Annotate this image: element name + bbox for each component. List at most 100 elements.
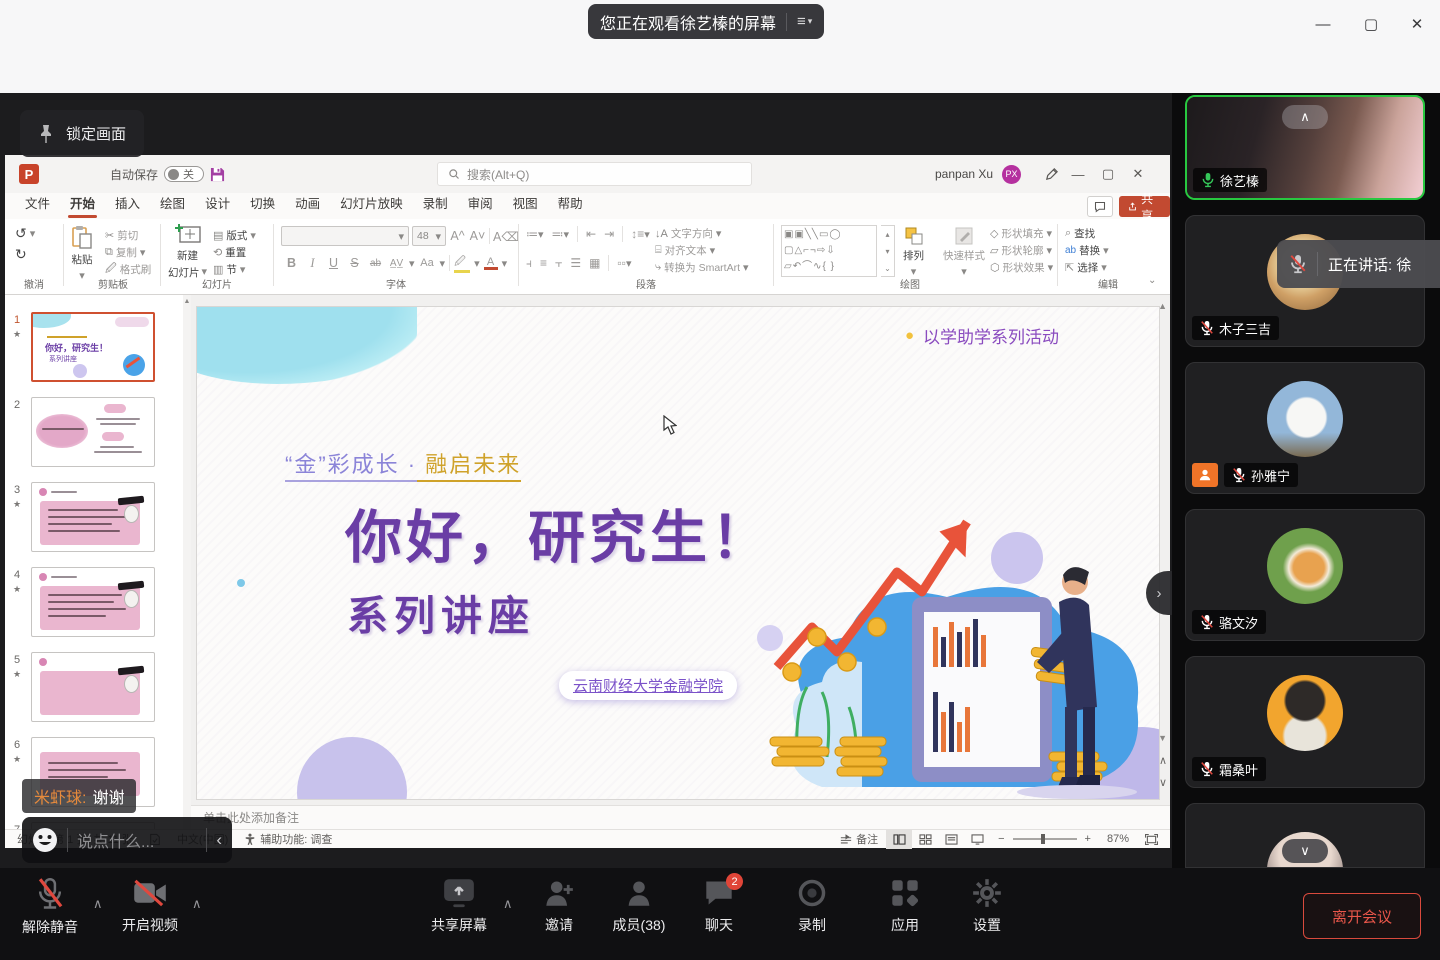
zoom-out-button[interactable]: − <box>990 830 1012 849</box>
increase-indent-button[interactable]: ⇥ <box>604 227 614 241</box>
numbering-button[interactable]: ≕▾ <box>552 227 570 241</box>
normal-view-button[interactable] <box>886 830 912 849</box>
inking-pen-icon[interactable] <box>1044 167 1059 182</box>
invite-button[interactable]: 邀请 <box>517 878 601 935</box>
char-spacing-button[interactable]: A̲V̲ <box>388 258 405 269</box>
apps-button[interactable]: 应用 <box>863 878 947 935</box>
zoom-percentage[interactable]: 87% <box>1099 830 1137 849</box>
select-button[interactable]: ⇱选择▾ <box>1065 259 1109 276</box>
collapse-tile-button[interactable]: ∧ <box>1282 105 1328 129</box>
copy-button[interactable]: ⧉复制▾ <box>105 244 151 261</box>
zoom-slider-thumb[interactable] <box>1041 834 1045 844</box>
convert-smartart-button[interactable]: ⤷转换为 SmartArt▾ <box>655 259 749 276</box>
zoom-slider[interactable] <box>1013 838 1077 840</box>
video-options-chevron[interactable]: ∧ <box>192 896 202 912</box>
paste-button[interactable]: 粘贴▾ <box>71 226 93 282</box>
tab-record[interactable]: 录制 <box>413 189 458 219</box>
highlight-color-button[interactable]: 🖉 <box>454 253 470 273</box>
notes-pane[interactable]: 单击此处添加备注 <box>191 805 1170 829</box>
align-text-button[interactable]: ⌸对齐文本▾ <box>655 242 749 259</box>
comments-button[interactable] <box>1087 196 1113 217</box>
slide-thumbnail-1[interactable]: 你好，研究生！ 系列讲座 <box>31 312 155 382</box>
quick-styles-button[interactable]: 快速样式▾ <box>943 226 985 278</box>
save-icon[interactable] <box>210 167 225 182</box>
arrange-button[interactable]: 排列▾ <box>903 226 924 278</box>
slideshow-view-button[interactable] <box>964 830 990 849</box>
chat-input-bar[interactable]: 说点什么... ‹ <box>22 817 232 863</box>
ppt-restore-button[interactable]: ▢ <box>1093 155 1123 193</box>
shapes-gallery[interactable]: ▣▣╲╲▭◯ ▢△⌐¬⇨⇩ ▱↶⌒∿{ } <box>781 225 877 277</box>
zoom-in-button[interactable]: + <box>1077 830 1099 849</box>
justify-button[interactable]: ☰ <box>570 256 581 270</box>
new-slide-button[interactable]: 新建 幻灯片▾ <box>168 224 207 280</box>
participant-tile-sunyaning[interactable]: 孙雅宁 <box>1185 362 1425 494</box>
window-minimize-button[interactable]: — <box>1308 11 1338 37</box>
align-left-button[interactable]: ⫞ <box>526 256 532 271</box>
autosave-toggle[interactable]: 关 <box>164 166 204 182</box>
accessibility-status[interactable]: 辅助功能: 调查 <box>236 830 340 849</box>
settings-button[interactable]: 设置 <box>945 878 1029 935</box>
ppt-minimize-button[interactable]: — <box>1063 155 1093 193</box>
participant-tile-more[interactable]: ∨ <box>1185 803 1425 868</box>
participant-tile-luowenxi[interactable]: 骆文汐 <box>1185 509 1425 641</box>
clear-formatting-button[interactable]: A⌫ <box>493 229 510 244</box>
notes-toggle-button[interactable]: 备注 <box>832 830 886 849</box>
grow-font-button[interactable]: A^ <box>449 229 466 243</box>
text-direction-button[interactable]: ↓A文字方向▾ <box>655 225 749 242</box>
decrease-indent-button[interactable]: ⇤ <box>586 227 596 241</box>
collapse-ribbon-button[interactable]: ⌄ <box>1148 275 1156 286</box>
bullets-button[interactable]: ≔▾ <box>526 227 544 241</box>
undo-button[interactable]: ↺▾ <box>15 225 35 242</box>
tab-design[interactable]: 设计 <box>195 189 240 219</box>
align-center-button[interactable]: ≡ <box>540 256 547 270</box>
line-spacing-button[interactable]: ↕≡▾ <box>631 227 650 241</box>
underline-button[interactable]: U <box>325 256 342 270</box>
slide-thumbnail-4[interactable] <box>31 567 155 637</box>
shape-fill-button[interactable]: ◇形状填充▾ <box>990 225 1053 242</box>
font-color-button[interactable]: A <box>484 256 498 270</box>
tab-insert[interactable]: 插入 <box>105 189 150 219</box>
slide-sorter-view-button[interactable] <box>912 830 938 849</box>
unmute-button[interactable]: 解除静音 <box>8 878 92 937</box>
user-avatar[interactable]: PX <box>1002 165 1021 184</box>
columns-button[interactable]: ▦ <box>589 256 600 270</box>
start-video-button[interactable]: 开启视频 <box>108 878 192 935</box>
tab-view[interactable]: 视图 <box>503 189 548 219</box>
slide-scroll-up-icon[interactable]: ▲ <box>1158 301 1167 311</box>
participant-tile-shuangsangye[interactable]: 霜桑叶 <box>1185 656 1425 788</box>
slide-canvas[interactable]: ● 以学助学系列活动 <box>196 306 1160 800</box>
banner-menu-icon[interactable]: ≡▾ <box>797 13 812 30</box>
window-maximize-button[interactable]: ▢ <box>1356 11 1386 37</box>
tab-animations[interactable]: 动画 <box>285 189 330 219</box>
find-button[interactable]: ⌕查找 <box>1065 225 1109 242</box>
watching-banner[interactable]: 您正在观看徐艺榛的屏幕 ≡▾ <box>588 4 824 39</box>
tab-home[interactable]: 开始 <box>60 189 105 219</box>
thumbnail-scrollbar[interactable]: ▲ <box>183 295 191 829</box>
shadow-button[interactable]: ab <box>367 258 384 269</box>
replace-button[interactable]: ab替换▾ <box>1065 242 1109 259</box>
emoji-icon[interactable] <box>32 827 58 853</box>
share-screen-button[interactable]: 共享屏幕 <box>417 878 501 935</box>
reset-button[interactable]: ⟲重置 <box>213 244 256 261</box>
share-options-chevron[interactable]: ∧ <box>503 896 513 912</box>
members-button[interactable]: 成员(38) <box>597 878 681 935</box>
collapse-chat-icon[interactable]: ‹ <box>216 830 222 850</box>
shape-outline-button[interactable]: ▱形状轮廓▾ <box>990 242 1053 259</box>
cut-button[interactable]: ✂剪切 <box>105 227 151 244</box>
ppt-share-button[interactable]: 共享 <box>1119 196 1170 217</box>
slide-thumbnail-5[interactable] <box>31 652 155 722</box>
font-name-select[interactable]: ▾ <box>281 226 409 246</box>
shrink-font-button[interactable]: A˅ <box>469 229 486 243</box>
font-size-select[interactable]: 48▾ <box>412 226 446 246</box>
previous-slide-button[interactable]: ∧ <box>1159 754 1167 767</box>
tab-transitions[interactable]: 切换 <box>240 189 285 219</box>
change-case-button[interactable]: Aa <box>419 257 436 269</box>
ppt-search-input[interactable]: 搜索(Alt+Q) <box>437 162 752 186</box>
slide-scroll-down-icon[interactable]: ▼ <box>1158 733 1167 743</box>
layout-button[interactable]: ▤版式▾ <box>213 227 256 244</box>
leave-meeting-button[interactable]: 离开会议 <box>1303 893 1421 939</box>
bold-button[interactable]: B <box>283 256 300 270</box>
tab-file[interactable]: 文件 <box>15 189 60 219</box>
slide-thumbnail-3[interactable] <box>31 482 155 552</box>
fit-to-window-button[interactable] <box>1137 830 1170 849</box>
